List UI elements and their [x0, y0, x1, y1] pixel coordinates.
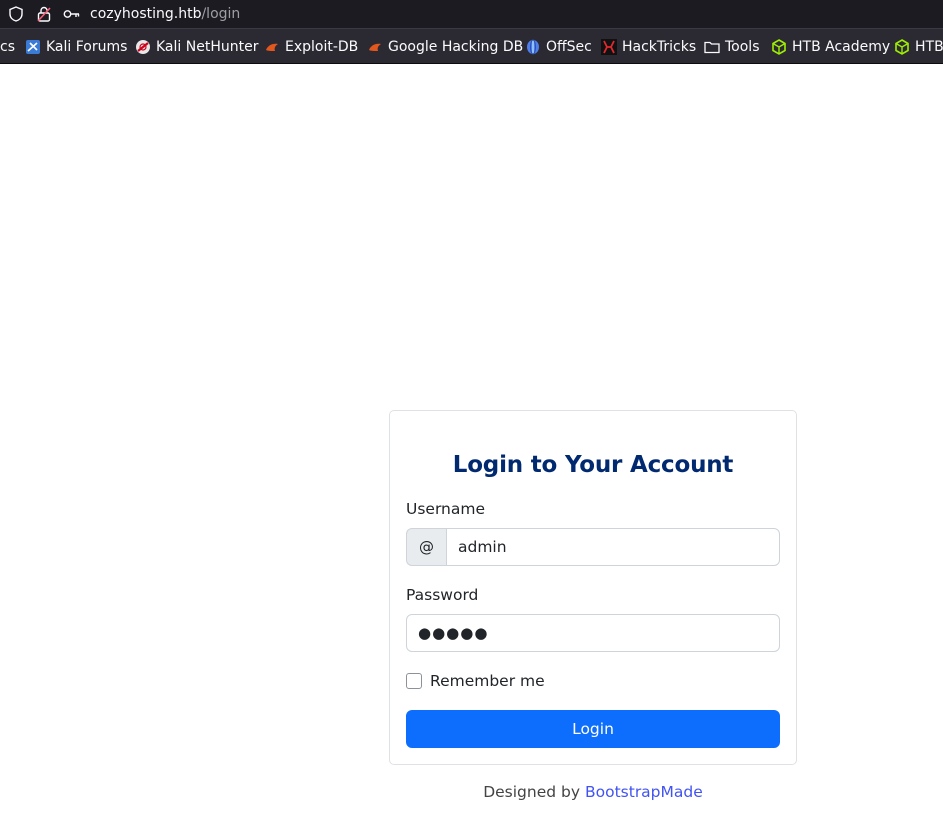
browser-url-bar: cozyhosting.htb/login [0, 0, 943, 28]
url-host: cozyhosting.htb [90, 6, 202, 22]
login-button[interactable]: Login [406, 710, 780, 748]
at-sign-addon: @ [406, 528, 446, 566]
bookmark-label: Tools [725, 39, 760, 55]
bookmark-label: HTB [915, 39, 943, 55]
password-label: Password [406, 586, 479, 604]
bookmark-label: Kali Forums [46, 39, 128, 55]
remember-me-row: Remember me [406, 671, 545, 691]
bootstrapmade-link[interactable]: BootstrapMade [585, 783, 703, 801]
username-input[interactable] [446, 528, 780, 566]
password-input[interactable] [406, 614, 780, 652]
username-input-group: @ [406, 528, 780, 566]
htb-icon [894, 39, 910, 55]
bookmark-label: Exploit-DB [285, 39, 359, 55]
bookmark-label: Kali NetHunter [156, 39, 259, 55]
page-title: Login to Your Account [452, 452, 734, 478]
ghdb-icon [367, 39, 383, 55]
htb-icon [771, 39, 787, 55]
url-text[interactable]: cozyhosting.htb/login [90, 4, 240, 24]
bookmark-kali-nethunter[interactable]: Kali NetHunter [135, 29, 259, 63]
bookmark-htb-academy[interactable]: HTB Academy [771, 29, 891, 63]
credits: Designed by BootstrapMade [389, 783, 797, 801]
bookmark-label: HTB Academy [792, 39, 891, 55]
login-card: Login to Your Account Username @ Passwor… [389, 410, 797, 765]
bookmark-exploit-db[interactable]: Exploit-DB [264, 29, 359, 63]
bookmark-hacktricks[interactable]: HackTricks [601, 29, 697, 63]
bookmark-label: cs [0, 39, 15, 55]
url-path: /login [201, 6, 241, 22]
insecure-lock-icon[interactable] [34, 4, 54, 24]
bookmark-kali-forums[interactable]: Kali Forums [25, 29, 128, 63]
key-icon[interactable] [62, 4, 82, 24]
exploit-db-icon [264, 39, 280, 55]
bookmark-google-hacking-db[interactable]: Google Hacking DB [367, 29, 524, 63]
kali-nethunter-icon [135, 39, 151, 55]
bookmark-kali-docs[interactable]: cs [0, 29, 15, 63]
bookmark-htb[interactable]: HTB [894, 29, 943, 63]
remember-me-checkbox[interactable] [406, 673, 422, 689]
credits-prefix: Designed by [483, 783, 581, 801]
offsec-icon [525, 39, 541, 55]
remember-me-label[interactable]: Remember me [430, 672, 545, 690]
bookmark-offsec[interactable]: OffSec [525, 29, 592, 63]
hacktricks-icon [601, 39, 617, 55]
kali-forums-icon [25, 39, 41, 55]
bookmark-label: OffSec [546, 39, 592, 55]
username-label: Username [406, 500, 486, 518]
shield-icon[interactable] [6, 4, 26, 24]
bookmark-folder-tools[interactable]: Tools [704, 29, 760, 63]
bookmark-label: HackTricks [622, 39, 697, 55]
folder-icon [704, 39, 720, 55]
bookmarks-toolbar: cs Kali Forums Kali NetHunter Exploit-DB… [0, 28, 943, 64]
bookmark-label: Google Hacking DB [388, 39, 524, 55]
